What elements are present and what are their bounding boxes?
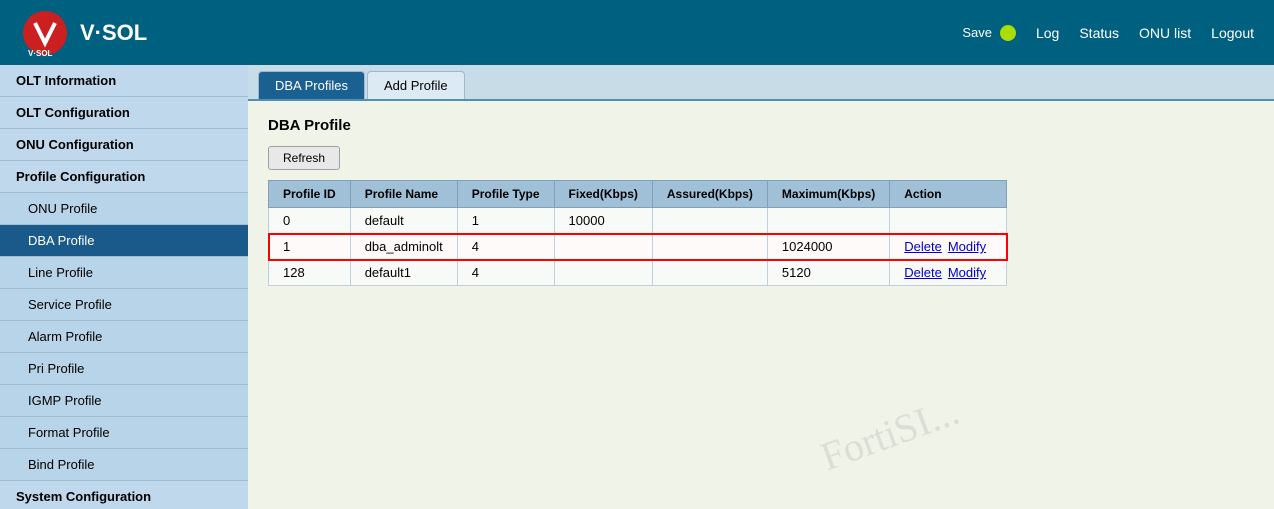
table-cell bbox=[554, 260, 652, 286]
content-body: DBA Profile Refresh FortiSI... Profile I… bbox=[248, 101, 1274, 302]
tab-dba-profiles[interactable]: DBA Profiles bbox=[258, 71, 365, 99]
vsol-logo: V·SOL bbox=[20, 8, 70, 58]
dba-profile-table: Profile ID Profile Name Profile Type Fix… bbox=[268, 180, 1007, 286]
table-cell: 10000 bbox=[554, 208, 652, 234]
sidebar-item-onu-configuration[interactable]: ONU Configuration bbox=[0, 129, 248, 161]
watermark: FortiSI... bbox=[814, 387, 965, 480]
table-cell: 1024000 bbox=[767, 234, 889, 260]
col-profile-name: Profile Name bbox=[350, 181, 457, 208]
logout-link[interactable]: Logout bbox=[1211, 25, 1254, 41]
refresh-button[interactable]: Refresh bbox=[268, 146, 340, 170]
sidebar-item-olt-information[interactable]: OLT Information bbox=[0, 65, 248, 97]
table-cell: 4 bbox=[457, 260, 554, 286]
log-link[interactable]: Log bbox=[1036, 25, 1059, 41]
table-cell bbox=[554, 234, 652, 260]
table-cell: 128 bbox=[269, 260, 351, 286]
col-profile-type: Profile Type bbox=[457, 181, 554, 208]
header-right: Save Log Status ONU list Logout bbox=[962, 25, 1254, 41]
col-maximum-kbps: Maximum(Kbps) bbox=[767, 181, 889, 208]
save-label: Save bbox=[962, 25, 992, 40]
table-cell bbox=[652, 208, 767, 234]
delete-link[interactable]: Delete bbox=[904, 239, 942, 254]
table-cell bbox=[652, 234, 767, 260]
status-dot bbox=[1000, 25, 1016, 41]
status-link[interactable]: Status bbox=[1079, 25, 1119, 41]
table-row: 0default110000 bbox=[269, 208, 1007, 234]
action-cell: Delete Modify bbox=[890, 234, 1007, 260]
tab-add-profile[interactable]: Add Profile bbox=[367, 71, 465, 99]
brand-name: V·SOL bbox=[80, 20, 147, 46]
table-row: 128default14 5120 Delete Modify bbox=[269, 260, 1007, 286]
content-area: DBA Profiles Add Profile DBA Profile Ref… bbox=[248, 65, 1274, 509]
sidebar-item-line-profile[interactable]: Line Profile bbox=[0, 257, 248, 289]
col-fixed-kbps: Fixed(Kbps) bbox=[554, 181, 652, 208]
sidebar-item-pri-profile[interactable]: Pri Profile bbox=[0, 353, 248, 385]
sidebar-item-onu-profile[interactable]: ONU Profile bbox=[0, 193, 248, 225]
table-row: 1dba_adminolt4 1024000 Delete Modify bbox=[269, 234, 1007, 260]
sidebar-item-format-profile[interactable]: Format Profile bbox=[0, 417, 248, 449]
onu-list-link[interactable]: ONU list bbox=[1139, 25, 1191, 41]
table-cell: 1 bbox=[457, 208, 554, 234]
modify-link[interactable]: Modify bbox=[948, 265, 986, 280]
page-title: DBA Profile bbox=[268, 117, 1254, 134]
sidebar-item-dba-profile[interactable]: DBA Profile bbox=[0, 225, 248, 257]
sidebar-item-service-profile[interactable]: Service Profile bbox=[0, 289, 248, 321]
modify-link[interactable]: Modify bbox=[948, 239, 986, 254]
col-assured-kbps: Assured(Kbps) bbox=[652, 181, 767, 208]
table-cell bbox=[652, 260, 767, 286]
col-profile-id: Profile ID bbox=[269, 181, 351, 208]
table-cell: default bbox=[350, 208, 457, 234]
table-cell: default1 bbox=[350, 260, 457, 286]
sidebar-item-igmp-profile[interactable]: IGMP Profile bbox=[0, 385, 248, 417]
sidebar-item-olt-configuration[interactable]: OLT Configuration bbox=[0, 97, 248, 129]
action-cell bbox=[890, 208, 1007, 234]
main-layout: OLT Information OLT Configuration ONU Co… bbox=[0, 65, 1274, 509]
delete-link[interactable]: Delete bbox=[904, 265, 942, 280]
sidebar: OLT Information OLT Configuration ONU Co… bbox=[0, 65, 248, 509]
sidebar-item-bind-profile[interactable]: Bind Profile bbox=[0, 449, 248, 481]
svg-text:V·SOL: V·SOL bbox=[28, 49, 53, 58]
tab-bar: DBA Profiles Add Profile bbox=[248, 65, 1274, 101]
table-cell: 1 bbox=[269, 234, 351, 260]
sidebar-item-alarm-profile[interactable]: Alarm Profile bbox=[0, 321, 248, 353]
header: V·SOL V·SOL Save Log Status ONU list Log… bbox=[0, 0, 1274, 65]
table-container: FortiSI... Profile ID Profile Name Profi… bbox=[268, 180, 1254, 286]
sidebar-item-system-configuration[interactable]: System Configuration bbox=[0, 481, 248, 509]
col-action: Action bbox=[890, 181, 1007, 208]
action-cell: Delete Modify bbox=[890, 260, 1007, 286]
table-cell: 4 bbox=[457, 234, 554, 260]
table-cell bbox=[767, 208, 889, 234]
table-body: 0default1100001dba_adminolt41024000Delet… bbox=[269, 208, 1007, 286]
save-area: Save bbox=[962, 25, 1016, 41]
table-header-row: Profile ID Profile Name Profile Type Fix… bbox=[269, 181, 1007, 208]
table-cell: 5120 bbox=[767, 260, 889, 286]
table-cell: 0 bbox=[269, 208, 351, 234]
table-cell: dba_adminolt bbox=[350, 234, 457, 260]
table-header: Profile ID Profile Name Profile Type Fix… bbox=[269, 181, 1007, 208]
sidebar-item-profile-configuration[interactable]: Profile Configuration bbox=[0, 161, 248, 193]
logo-area: V·SOL V·SOL bbox=[20, 8, 147, 58]
